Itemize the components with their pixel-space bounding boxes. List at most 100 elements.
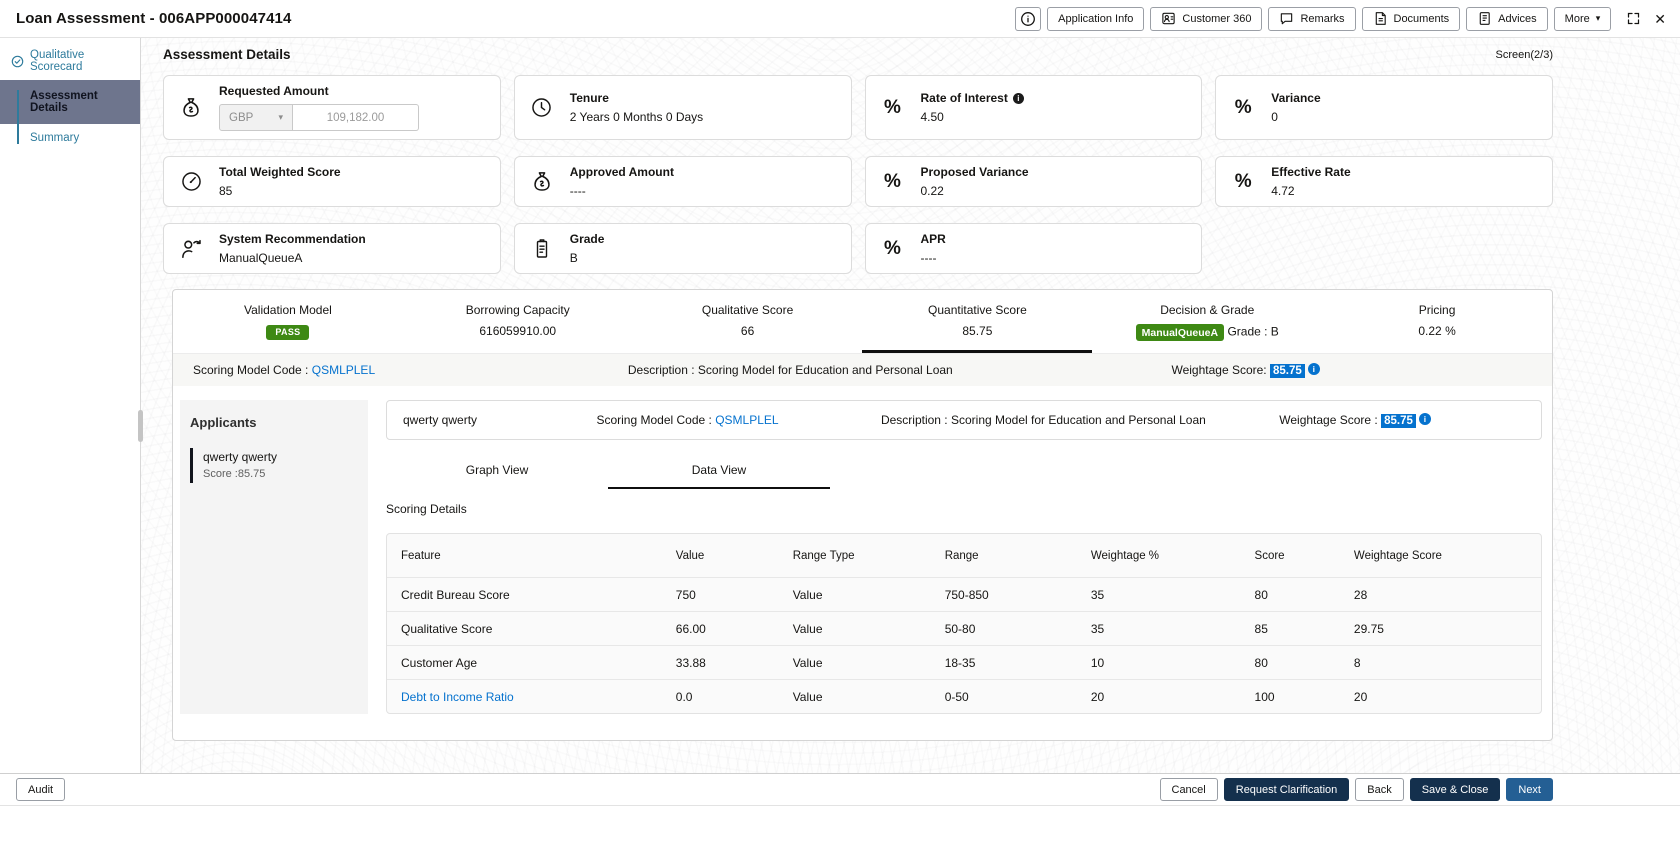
requested-amount-input[interactable] bbox=[293, 104, 419, 131]
person-sync-icon bbox=[176, 236, 206, 262]
applicant-detail-header: qwerty qwerty Scoring Model Code : QSMLP… bbox=[386, 400, 1542, 440]
percent-icon: % bbox=[1234, 170, 1252, 192]
chevron-down-icon: ▾ bbox=[278, 112, 283, 122]
tab-quantitative-score[interactable]: Quantitative Score 85.75 bbox=[862, 297, 1093, 353]
remarks-label: Remarks bbox=[1300, 12, 1345, 25]
customer-360-button[interactable]: Customer 360 bbox=[1150, 6, 1263, 31]
col-header: Score bbox=[1254, 549, 1285, 562]
cell-weightage-pct: 35 bbox=[1090, 587, 1105, 602]
cell-score: 80 bbox=[1254, 587, 1268, 602]
advices-button[interactable]: Advices bbox=[1466, 6, 1548, 31]
clock-icon bbox=[527, 95, 557, 120]
window-controls: ✕ bbox=[1626, 11, 1666, 26]
col-header: Range bbox=[944, 549, 979, 562]
save-and-close-button[interactable]: Save & Close bbox=[1409, 778, 1501, 801]
sidebar-item-summary[interactable]: Summary bbox=[0, 124, 140, 151]
info-button[interactable] bbox=[1015, 6, 1042, 31]
more-button[interactable]: More ▾ bbox=[1553, 6, 1612, 31]
advice-doc-icon bbox=[1477, 11, 1492, 26]
tab-data-view[interactable]: Data View bbox=[608, 457, 830, 489]
step-label: Summary bbox=[30, 131, 80, 144]
rate-info-icon[interactable]: i bbox=[1012, 92, 1024, 104]
cell-weightage-pct: 10 bbox=[1090, 655, 1105, 670]
card-value: ---- bbox=[920, 251, 937, 265]
check-circle-icon bbox=[11, 55, 24, 68]
tab-graph-view[interactable]: Graph View bbox=[386, 457, 608, 489]
next-button[interactable]: Next bbox=[1506, 778, 1553, 801]
tab-value: 0.22 % bbox=[1418, 324, 1456, 338]
tab-value: 85.75 bbox=[962, 324, 993, 338]
money-bag-icon bbox=[176, 95, 206, 121]
scoring-model-code-link[interactable]: QSMLPLEL bbox=[312, 363, 375, 377]
cancel-button[interactable]: Cancel bbox=[1159, 778, 1218, 801]
cell-range-type: Value bbox=[792, 621, 823, 636]
audit-button[interactable]: Audit bbox=[16, 778, 66, 801]
cell-weightage-score: 28 bbox=[1353, 587, 1368, 602]
close-icon[interactable]: ✕ bbox=[1654, 12, 1666, 26]
scoring-details-label: Scoring Details bbox=[386, 502, 467, 516]
detail-scoring-model-code: Scoring Model Code : QSMLPLEL bbox=[596, 413, 881, 427]
card-total-weighted-score: Total Weighted Score 85 bbox=[163, 156, 501, 207]
card-requested-amount: Requested Amount GBP ▾ bbox=[163, 75, 501, 140]
documents-label: Documents bbox=[1393, 12, 1450, 25]
sidebar-stepper: Qualitative Scorecard Assessment Details… bbox=[0, 38, 143, 773]
customer-card-icon bbox=[1161, 11, 1176, 26]
tab-label: Pricing bbox=[1418, 303, 1456, 317]
cell-value: 66.00 bbox=[675, 621, 706, 636]
card-label: Grade bbox=[569, 232, 605, 246]
advices-label: Advices bbox=[1498, 12, 1537, 25]
tab-value: 66 bbox=[740, 324, 755, 338]
back-button[interactable]: Back bbox=[1355, 778, 1404, 801]
cell-weightage-score: 20 bbox=[1353, 689, 1368, 704]
scoring-model-code: Scoring Model Code : QSMLPLEL bbox=[193, 363, 628, 377]
sidebar-item-qualitative-scorecard[interactable]: Qualitative Scorecard bbox=[0, 42, 140, 80]
tab-qualitative-score[interactable]: Qualitative Score 66 bbox=[633, 297, 863, 353]
weightage-info-icon[interactable]: i bbox=[1307, 363, 1320, 375]
col-header: Range Type bbox=[792, 549, 855, 562]
weightage-info-icon[interactable]: i bbox=[1418, 413, 1431, 425]
remarks-button[interactable]: Remarks bbox=[1268, 6, 1356, 31]
sidebar-item-assessment-details[interactable]: Assessment Details bbox=[0, 80, 140, 124]
applicant-name: qwerty qwerty bbox=[203, 450, 278, 464]
table-header-row: Feature Value Range Type Range Weightage… bbox=[387, 534, 1541, 577]
tab-validation-model[interactable]: Validation Model PASS bbox=[173, 297, 403, 353]
money-bag-icon bbox=[527, 169, 557, 195]
filled-circle-icon bbox=[11, 96, 24, 109]
tab-borrowing-capacity[interactable]: Borrowing Capacity 616059910.00 bbox=[403, 297, 633, 353]
scoring-model-code-link[interactable]: QSMLPLEL bbox=[715, 413, 778, 427]
table-row: Credit Bureau Score 750 Value 750-850 35… bbox=[387, 577, 1541, 611]
expand-icon[interactable] bbox=[1626, 11, 1641, 26]
applicant-detail-section: Applicants qwerty qwerty Score :85.75 qw… bbox=[173, 386, 1552, 740]
pending-circle-icon bbox=[11, 131, 24, 144]
request-clarification-button[interactable]: Request Clarification bbox=[1223, 778, 1350, 801]
table-row: Qualitative Score 66.00 Value 50-80 35 8… bbox=[387, 611, 1541, 645]
percent-icon: % bbox=[884, 170, 901, 192]
documents-button[interactable]: Documents bbox=[1361, 6, 1461, 31]
applicant-list-item[interactable]: qwerty qwerty Score :85.75 bbox=[190, 448, 358, 483]
tab-pricing[interactable]: Pricing 0.22 % bbox=[1322, 297, 1552, 353]
more-label: More bbox=[1564, 12, 1590, 25]
validation-pass-badge: PASS bbox=[266, 324, 310, 340]
applicants-panel: Applicants qwerty qwerty Score :85.75 bbox=[180, 400, 368, 714]
feature-link-debt-to-income[interactable]: Debt to Income Ratio bbox=[401, 690, 676, 704]
panel-resize-handle[interactable] bbox=[138, 410, 143, 442]
empty-grid-cell bbox=[1215, 223, 1553, 274]
assessment-summary-panel: Validation Model PASS Borrowing Capacity… bbox=[172, 289, 1553, 741]
info-circle-icon bbox=[1020, 11, 1036, 27]
cell-score: 80 bbox=[1254, 655, 1268, 670]
application-info-button[interactable]: Application Info bbox=[1047, 6, 1145, 31]
currency-select[interactable]: GBP ▾ bbox=[219, 104, 293, 131]
card-approved-amount: Approved Amount ---- bbox=[513, 156, 852, 207]
card-apr: % APR ---- bbox=[864, 223, 1203, 274]
tab-value: 616059910.00 bbox=[479, 324, 557, 338]
step-label: Qualitative Scorecard bbox=[30, 49, 85, 73]
tab-decision-grade[interactable]: Decision & Grade ManualQueueA Grade : B bbox=[1092, 297, 1322, 353]
card-proposed-variance: % Proposed Variance 0.22 bbox=[864, 156, 1203, 207]
clipboard-icon bbox=[527, 237, 557, 261]
main-header: Assessment Details Screen(2/3) bbox=[163, 47, 1553, 62]
assessment-cards: Requested Amount GBP ▾ Tenure bbox=[163, 75, 1553, 274]
card-effective-rate: % Effective Rate 4.72 bbox=[1215, 156, 1553, 207]
card-label: Effective Rate bbox=[1271, 165, 1351, 179]
weightage-score-badge: 85.75 bbox=[1381, 414, 1416, 428]
card-grade: Grade B bbox=[513, 223, 852, 274]
